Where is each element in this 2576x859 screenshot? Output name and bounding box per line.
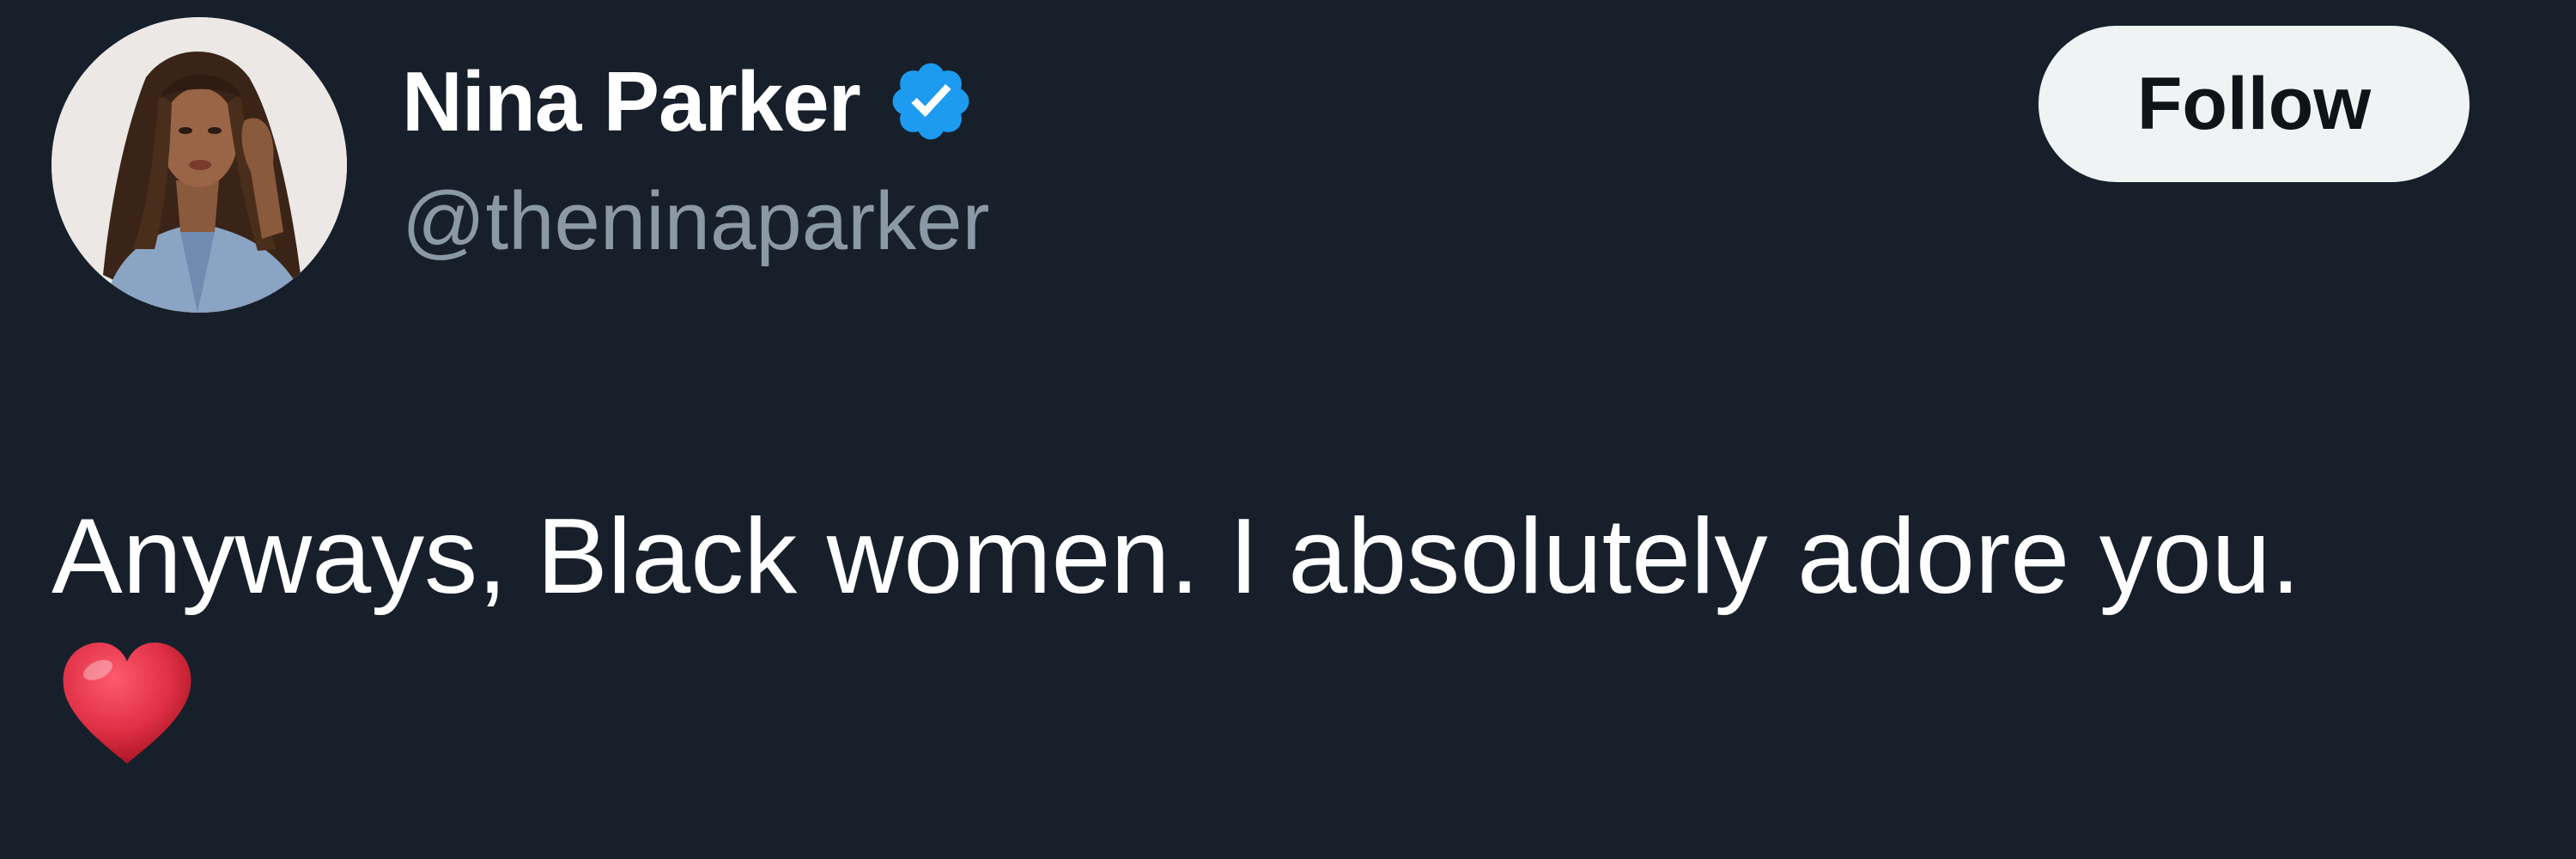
author-name-row: Nina Parker [402, 50, 975, 153]
tweet-card: Nina Parker @theninaparker Follow Anyway… [0, 0, 2576, 859]
heart-icon [58, 639, 196, 768]
avatar-photo [52, 17, 347, 313]
author-handle[interactable]: @theninaparker [402, 180, 990, 263]
avatar[interactable] [52, 17, 347, 313]
tweet-text: Anyways, Black women. I absolutely adore… [52, 497, 2301, 616]
follow-button[interactable]: Follow [2038, 26, 2470, 182]
display-name[interactable]: Nina Parker [402, 59, 861, 143]
verified-badge-icon[interactable] [886, 57, 975, 146]
